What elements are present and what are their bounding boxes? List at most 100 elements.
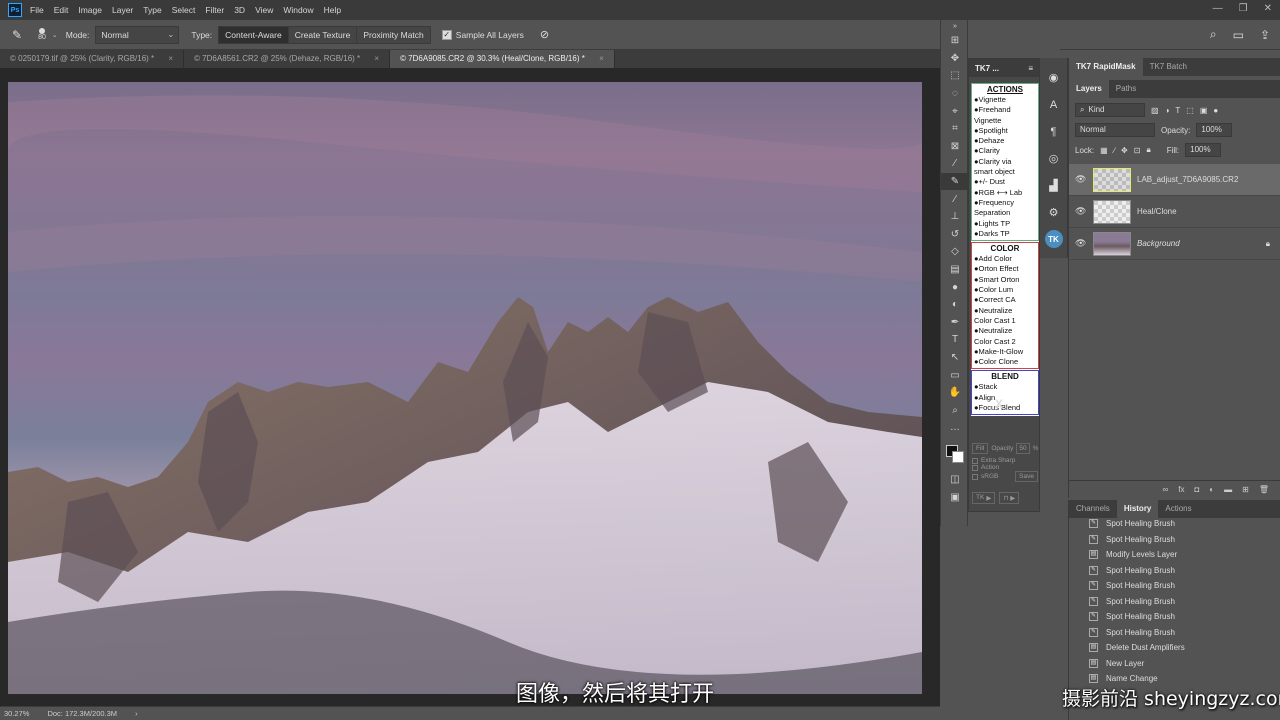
screen-mode-icon[interactable]: ▣ — [941, 488, 969, 506]
histogram-icon[interactable]: ▟ — [1049, 172, 1057, 199]
character-icon[interactable]: A — [1050, 91, 1057, 118]
maximize-icon[interactable]: ❐ — [1239, 3, 1248, 14]
collapse-icon[interactable]: » — [941, 20, 969, 32]
history-item[interactable]: ✎ Spot Healing Brush — [1069, 609, 1280, 625]
menu-file[interactable]: File — [30, 5, 44, 15]
tab-actions[interactable]: Actions — [1158, 500, 1198, 518]
tk-action-item[interactable]: ●Color Clone — [974, 357, 1036, 367]
hand-tool-icon[interactable]: ✋ — [941, 384, 969, 402]
type-filter-icon[interactable]: T — [1175, 106, 1180, 115]
menu-layer[interactable]: Layer — [112, 5, 133, 15]
menu-view[interactable]: View — [255, 5, 273, 15]
close-icon[interactable]: × — [168, 54, 173, 63]
tab-layers[interactable]: Layers — [1069, 80, 1109, 98]
tk-action-item[interactable]: ●Frequency — [974, 198, 1036, 208]
spot-healing-brush-icon[interactable]: ✎ — [12, 28, 22, 42]
content-aware-button[interactable]: Content-Aware — [218, 25, 289, 44]
history-item[interactable]: ▤ Delete Dust Amplifiers — [1069, 640, 1280, 656]
clone-stamp-tool-icon[interactable]: ⊥ — [941, 208, 969, 226]
layer-row[interactable]: 👁︎ LAB_adjust_7D6A9085.CR2 — [1069, 164, 1280, 196]
menu-icon[interactable]: ≡ — [1028, 64, 1033, 73]
history-item[interactable]: ▤ Modify Levels Layer — [1069, 547, 1280, 563]
tk-action-item[interactable]: ●Focus Blend — [974, 403, 1036, 413]
eye-icon[interactable]: 👁︎ — [1075, 206, 1089, 217]
tk-action-item[interactable]: ●Align — [974, 393, 1036, 403]
history-item[interactable]: ✎ Spot Healing Brush — [1069, 625, 1280, 641]
kind-filter[interactable]: ⌕ Kind — [1075, 103, 1145, 117]
tk-logo-icon[interactable]: TK — [1044, 230, 1063, 248]
tk-opacity-value[interactable]: 50 — [1016, 443, 1030, 454]
mode-select[interactable]: Normal ⌄ — [95, 25, 180, 44]
history-item[interactable]: ✎ Spot Healing Brush — [1069, 563, 1280, 579]
crop-tool-icon[interactable]: ⌗ — [941, 120, 969, 138]
panel-toggle-icon[interactable]: ⊞ — [941, 32, 969, 50]
tk-action-item[interactable]: ●Smart Orton — [974, 275, 1036, 285]
menu-type[interactable]: Type — [143, 5, 161, 15]
lasso-tool-icon[interactable]: ◌ — [941, 85, 969, 103]
type-tool-icon[interactable]: T — [941, 331, 969, 349]
zoom-tool-icon[interactable]: ⌕ — [941, 401, 969, 419]
background-color-icon[interactable] — [952, 450, 964, 463]
extra-sharp-checkbox[interactable] — [972, 457, 978, 464]
tab-clarity[interactable]: © 0250179.tif @ 25% (Clarity, RGB/16) * … — [0, 50, 185, 68]
proximity-match-button[interactable]: Proximity Match — [356, 25, 431, 44]
new-layer-icon[interactable]: ⊞ — [1242, 485, 1249, 494]
tk-action-item[interactable]: ●Darks TP — [974, 229, 1036, 239]
tk-action-item[interactable]: ●Clarity via — [974, 157, 1036, 167]
tk-action-item[interactable]: ●Neutralize — [974, 306, 1036, 316]
smart-object-filter-icon[interactable]: ▣ — [1200, 106, 1208, 115]
tab-paths[interactable]: Paths — [1109, 80, 1143, 98]
add-mask-icon[interactable]: ◘ — [1194, 485, 1199, 494]
menu-window[interactable]: Window — [283, 5, 313, 15]
brush-tool-icon[interactable]: ∕ — [941, 190, 969, 208]
fx-icon[interactable]: fx — [1178, 485, 1184, 494]
layer-row[interactable]: 👁︎ Background 🔒︎ — [1069, 228, 1280, 260]
tk-close-button[interactable]: X — [995, 397, 1003, 411]
eyedropper-tool-icon[interactable]: ⁄ — [941, 155, 969, 173]
tk-action-item[interactable]: ●Stack — [974, 382, 1036, 392]
eye-icon[interactable]: 👁︎ — [1075, 238, 1089, 249]
tk-action-item[interactable]: smart object — [974, 167, 1036, 177]
tk-save-button[interactable]: Save — [1015, 471, 1038, 482]
history-item[interactable]: ▤ New Layer — [1069, 656, 1280, 672]
gradient-tool-icon[interactable]: ▤ — [941, 261, 969, 279]
tab-heal-clone[interactable]: © 7D6A9085.CR2 @ 30.3% (Heal/Clone, RGB/… — [390, 50, 615, 68]
more-tools-icon[interactable]: … — [941, 419, 969, 437]
share-icon[interactable]: ⇪ — [1260, 28, 1270, 42]
create-texture-button[interactable]: Create Texture — [287, 25, 358, 44]
history-item[interactable]: ✎ Spot Healing Brush — [1069, 532, 1280, 548]
tab-dehaze[interactable]: © 7D6A8561.CR2 @ 25% (Dehaze, RGB/16) * … — [184, 50, 391, 68]
tk-action-item[interactable]: ●Clarity — [974, 146, 1036, 156]
marquee-tool-icon[interactable]: ⬚ — [941, 67, 969, 85]
lock-transparent-icon[interactable]: ▦ — [1100, 146, 1108, 155]
pressure-icon[interactable]: ⊘ — [540, 28, 549, 41]
color-wheel-icon[interactable]: ◉ — [1049, 64, 1059, 91]
adjustment-layer-icon[interactable]: ◐ — [1209, 485, 1214, 494]
tk-action-item[interactable]: Color Cast 1 — [974, 316, 1036, 326]
tk-action-item[interactable]: ●Dehaze — [974, 136, 1036, 146]
pen-tool-icon[interactable]: ✒ — [941, 314, 969, 332]
path-select-tool-icon[interactable]: ↖ — [941, 349, 969, 367]
quick-select-tool-icon[interactable]: ⌖ — [941, 102, 969, 120]
chevron-down-icon[interactable]: ⌄ — [52, 31, 58, 39]
sample-all-layers-checkbox[interactable]: ✓ — [441, 29, 452, 40]
image-canvas[interactable] — [8, 82, 922, 694]
link-layers-icon[interactable]: ∞ — [1163, 485, 1169, 494]
tk-action-item[interactable]: ●Vignette — [974, 95, 1036, 105]
brush-preset-picker[interactable]: 80 — [38, 28, 46, 41]
color-swatches-icon[interactable] — [941, 437, 969, 471]
shape-filter-icon[interactable]: ⬚ — [1186, 106, 1194, 115]
menu-select[interactable]: Select — [172, 5, 196, 15]
lock-pixels-icon[interactable]: ∕ — [1114, 146, 1115, 155]
lock-position-icon[interactable]: ✥ — [1121, 146, 1128, 155]
frame-tool-icon[interactable]: ⊠ — [941, 138, 969, 156]
srgb-checkbox[interactable] — [972, 473, 978, 480]
menu-filter[interactable]: Filter — [205, 5, 224, 15]
healing-brush-tool-icon[interactable]: ✎ — [941, 172, 969, 191]
menu-edit[interactable]: Edit — [54, 5, 69, 15]
fill-input[interactable]: 100% — [1185, 143, 1222, 157]
close-icon[interactable]: × — [599, 54, 604, 63]
tk-launch-button[interactable]: TK ▶ — [972, 492, 996, 504]
workspace-icon[interactable]: ▭ — [1233, 28, 1244, 42]
search-icon[interactable]: ⌕ — [1210, 27, 1217, 42]
